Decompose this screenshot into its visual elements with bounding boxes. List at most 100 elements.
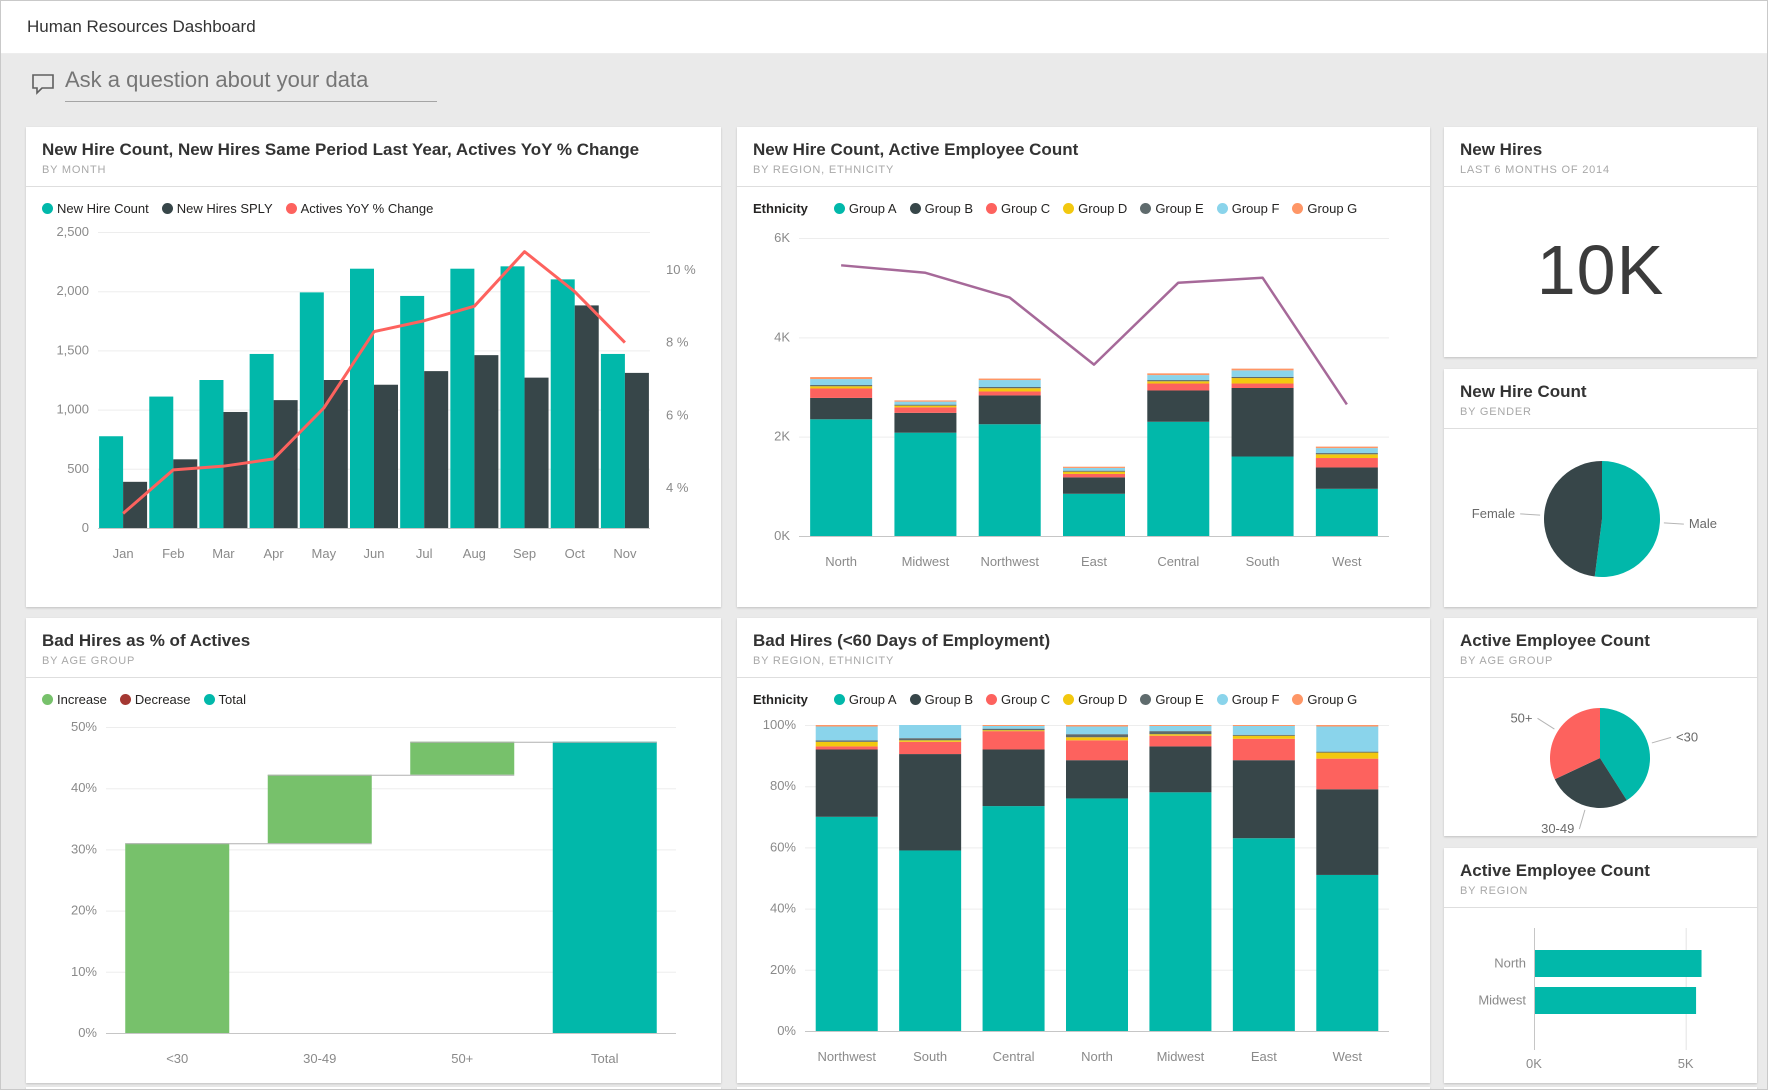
legend-item: New Hires SPLY bbox=[162, 201, 273, 216]
legend-dot bbox=[120, 694, 131, 705]
legend: EthnicityGroup AGroup BGroup CGroup DGro… bbox=[753, 692, 1414, 707]
svg-text:0: 0 bbox=[82, 520, 89, 535]
tile-new-hire-count-by-month[interactable]: New Hire Count, New Hires Same Period La… bbox=[26, 127, 721, 607]
legend-item: Group C bbox=[986, 692, 1050, 707]
svg-text:0K: 0K bbox=[1526, 1056, 1542, 1071]
svg-text:100%: 100% bbox=[763, 717, 797, 732]
tile-active-employee-count-by-region[interactable]: Active Employee Count BY REGION 0K5KNort… bbox=[1444, 848, 1757, 1083]
tile-bad-hires-pct-of-actives[interactable]: Bad Hires as % of Actives BY AGE GROUP I… bbox=[26, 618, 721, 1083]
svg-text:Feb: Feb bbox=[162, 546, 184, 561]
svg-text:West: West bbox=[1332, 554, 1362, 569]
tile-title: Active Employee Count bbox=[1460, 861, 1741, 881]
legend-dot bbox=[204, 694, 215, 705]
legend-item: Decrease bbox=[120, 692, 191, 707]
dashboard-canvas: Human Resources Dashboard Ask a question… bbox=[0, 0, 1768, 1090]
svg-text:<30: <30 bbox=[1676, 729, 1698, 744]
svg-text:Aug: Aug bbox=[463, 546, 486, 561]
svg-text:South: South bbox=[913, 1049, 947, 1064]
tile-subtitle: BY AGE GROUP bbox=[1460, 655, 1741, 667]
tile-title: Active Employee Count bbox=[1460, 631, 1741, 651]
tile-active-employee-count-by-age[interactable]: Active Employee Count BY AGE GROUP <30 30… bbox=[1444, 618, 1757, 836]
stacked-bar-line-chart: 0K2K4K6KNorthMidwestNorthwestEastCentral… bbox=[753, 216, 1414, 588]
legend-item: New Hire Count bbox=[42, 201, 149, 216]
legend-item: Group E bbox=[1140, 201, 1203, 216]
svg-text:Midwest: Midwest bbox=[1478, 993, 1526, 1008]
qna-bar: Ask a question about your data bbox=[31, 67, 437, 102]
legend-dot bbox=[910, 203, 921, 214]
top-bar: Human Resources Dashboard bbox=[1, 1, 1767, 54]
tile-subtitle: BY GENDER bbox=[1460, 406, 1741, 418]
legend-item: Group C bbox=[986, 201, 1050, 216]
gender-pie-chart: Male Female bbox=[1460, 437, 1741, 605]
kpi-value: 10K bbox=[1460, 195, 1741, 345]
svg-text:8 %: 8 % bbox=[666, 335, 689, 350]
qna-placeholder: Ask a question about your data bbox=[65, 67, 368, 92]
svg-text:1,500: 1,500 bbox=[56, 342, 89, 357]
svg-text:Jul: Jul bbox=[416, 546, 433, 561]
legend-dot bbox=[162, 203, 173, 214]
svg-text:Total: Total bbox=[591, 1051, 619, 1066]
tile-new-hire-count-by-region-ethnicity[interactable]: New Hire Count, Active Employee Count BY… bbox=[737, 127, 1430, 607]
svg-text:10%: 10% bbox=[71, 964, 97, 979]
svg-text:0%: 0% bbox=[78, 1025, 97, 1040]
legend-dot bbox=[1140, 203, 1151, 214]
svg-text:Midwest: Midwest bbox=[1157, 1049, 1205, 1064]
legend-dot bbox=[910, 694, 921, 705]
svg-text:Female: Female bbox=[1472, 506, 1515, 521]
legend-dot bbox=[834, 203, 845, 214]
legend-item: Group G bbox=[1292, 201, 1357, 216]
svg-text:Northwest: Northwest bbox=[980, 554, 1039, 569]
legend-dot bbox=[1292, 203, 1303, 214]
legend-item: Group B bbox=[910, 692, 973, 707]
tile-title: Bad Hires (<60 Days of Employment) bbox=[753, 631, 1414, 651]
svg-text:500: 500 bbox=[67, 461, 89, 476]
tile-new-hire-count-by-gender[interactable]: New Hire Count BY GENDER MaleFemale bbox=[1444, 369, 1757, 607]
tile-title: New Hire Count, Active Employee Count bbox=[753, 140, 1414, 160]
svg-text:0%: 0% bbox=[777, 1023, 796, 1038]
svg-text:6K: 6K bbox=[774, 230, 790, 245]
tile-title: New Hire Count, New Hires Same Period La… bbox=[42, 140, 705, 160]
svg-text:50+: 50+ bbox=[1510, 710, 1532, 725]
tile-subtitle: BY AGE GROUP bbox=[42, 655, 705, 667]
svg-text:Northwest: Northwest bbox=[817, 1049, 876, 1064]
legend-item: Group D bbox=[1063, 201, 1127, 216]
svg-text:4 %: 4 % bbox=[666, 480, 689, 495]
svg-text:East: East bbox=[1251, 1049, 1277, 1064]
tile-new-hires-kpi[interactable]: New Hires LAST 6 MONTHS OF 2014 10K bbox=[1444, 127, 1757, 357]
svg-text:Nov: Nov bbox=[613, 546, 637, 561]
legend-dot bbox=[1292, 694, 1303, 705]
legend: EthnicityGroup AGroup BGroup CGroup DGro… bbox=[753, 201, 1414, 216]
svg-text:West: West bbox=[1333, 1049, 1363, 1064]
svg-text:1,000: 1,000 bbox=[56, 402, 89, 417]
legend-item: Group A bbox=[834, 201, 897, 216]
svg-text:North: North bbox=[825, 554, 857, 569]
tile-bad-hires-by-region-ethnicity[interactable]: Bad Hires (<60 Days of Employment) BY RE… bbox=[737, 618, 1430, 1083]
legend-item: Total bbox=[204, 692, 246, 707]
legend-dot bbox=[286, 203, 297, 214]
svg-text:Sep: Sep bbox=[513, 546, 536, 561]
svg-text:60%: 60% bbox=[770, 839, 796, 854]
tile-subtitle: BY MONTH bbox=[42, 164, 705, 176]
legend-item: Increase bbox=[42, 692, 107, 707]
svg-text:Male: Male bbox=[1689, 516, 1717, 531]
svg-text:20%: 20% bbox=[71, 903, 97, 918]
svg-text:30-49: 30-49 bbox=[1541, 821, 1574, 836]
legend-dot bbox=[834, 694, 845, 705]
qna-input[interactable]: Ask a question about your data bbox=[65, 67, 437, 102]
svg-text:40%: 40% bbox=[770, 901, 796, 916]
tile-subtitle: BY REGION bbox=[1460, 885, 1741, 897]
combo-chart: 05001,0001,5002,0002,5004 %6 %8 %10 %Jan… bbox=[42, 216, 705, 576]
legend-dot bbox=[986, 203, 997, 214]
svg-text:Midwest: Midwest bbox=[902, 554, 950, 569]
legend-dot bbox=[1063, 203, 1074, 214]
legend-item: Group G bbox=[1292, 692, 1357, 707]
svg-text:East: East bbox=[1081, 554, 1107, 569]
svg-text:Jan: Jan bbox=[113, 546, 134, 561]
legend-title: Ethnicity bbox=[753, 692, 808, 707]
svg-text:2,000: 2,000 bbox=[56, 283, 89, 298]
legend-dot bbox=[986, 694, 997, 705]
svg-text:Oct: Oct bbox=[565, 546, 586, 561]
svg-text:20%: 20% bbox=[770, 962, 796, 977]
svg-text:Central: Central bbox=[1157, 554, 1199, 569]
svg-text:North: North bbox=[1494, 956, 1526, 971]
